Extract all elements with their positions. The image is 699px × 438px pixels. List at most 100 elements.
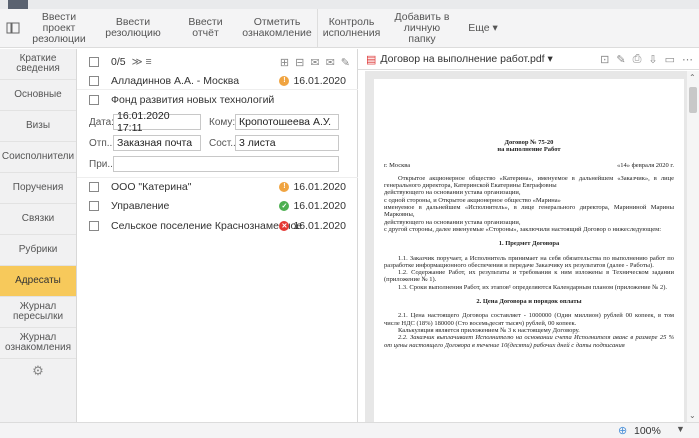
doc-para: Открытое акционерное общество «Катерина»… xyxy=(384,174,674,190)
edit-icon[interactable]: ✎ xyxy=(341,56,350,69)
counter: 0/5 xyxy=(111,56,126,68)
table-row[interactable]: Фонд развития новых технологий xyxy=(77,91,358,109)
edit-file-icon[interactable]: ✎ xyxy=(616,53,625,66)
doc-line: действующего на основании устава организ… xyxy=(384,218,521,226)
add-group-icon[interactable]: ⊟ xyxy=(295,56,304,69)
table-row[interactable]: Алладиннов А.А. - Москва ! 16.01.2020 xyxy=(77,72,358,90)
envelope-icon[interactable]: ✉ xyxy=(310,56,319,69)
row-checkbox[interactable] xyxy=(89,201,99,211)
status-warning-icon: ! xyxy=(279,181,290,192)
execution-control-button[interactable]: Контроль исполнения xyxy=(317,8,385,48)
scroll-down-icon[interactable]: ⌄ xyxy=(689,411,696,420)
back-panel-icon[interactable] xyxy=(0,9,26,48)
mark-acquaintance-button[interactable]: Отметить ознакомление xyxy=(237,9,317,48)
to-field[interactable]: Кропотошеева А.У. xyxy=(235,114,339,130)
status-bar: ⊕ 100% ▼ xyxy=(0,422,699,438)
composition-field[interactable]: 3 листа xyxy=(235,135,339,151)
addressees-panel: 0/5 ≫ ≡ ⊞ ⊟ ✉ ✉ ✎ Алладиннов А.А. - Моск… xyxy=(77,49,358,422)
more-button[interactable]: Еще ▾ xyxy=(459,9,507,48)
more-icon[interactable]: ⋯ xyxy=(682,53,693,66)
zoom-dropdown-icon[interactable]: ▼ xyxy=(676,424,685,434)
sidebar-item-coexecutors[interactable]: Соисполнители xyxy=(0,142,76,173)
addressee-date: 16.01.2020 xyxy=(293,200,346,212)
expand-icon[interactable]: ≫ ≡ xyxy=(132,56,152,68)
document-page: Договор № 75-20 на выполнение Работ г. М… xyxy=(374,79,684,422)
doc-section-title: 1. Предмет Договора xyxy=(498,240,560,248)
addressee-date: 16.01.2020 xyxy=(293,180,346,193)
sidebar-item-forward-log[interactable]: Журнал пересылки xyxy=(0,297,76,328)
add-file-icon[interactable]: ⊡ xyxy=(600,53,609,66)
row-checkbox[interactable] xyxy=(89,95,99,105)
select-all-checkbox[interactable] xyxy=(89,57,99,67)
doc-para: 1.3. Сроки выполнения Работ, их этапов¹ … xyxy=(398,283,668,291)
sidebar-item-visas[interactable]: Визы xyxy=(0,111,76,142)
date-label: Дата: xyxy=(89,116,114,128)
zoom-level: 100% xyxy=(634,425,661,437)
sidebar-item-summary[interactable]: Краткие сведения xyxy=(0,49,76,80)
note-field[interactable] xyxy=(113,156,339,172)
composition-label: Сост... xyxy=(209,137,239,149)
table-row[interactable]: Сельское поселение Краснознаменное ✕ 16.0… xyxy=(77,217,358,235)
enter-report-button[interactable]: Ввести отчёт xyxy=(174,9,237,48)
doc-title: Договор № 75-20 xyxy=(504,139,554,146)
document-viewer: ▤ Договор на выполнение работ.pdf ▾ ⊡ ✎ … xyxy=(358,49,699,422)
viewer-scrollbar[interactable]: ⌃ ⌄ xyxy=(687,71,699,422)
doc-line: действующего на основании устава организ… xyxy=(384,189,521,197)
page-icon[interactable]: ▭ xyxy=(665,53,675,66)
doc-section-title: 2. Цена Договора и порядок оплаты xyxy=(476,298,582,306)
list-actions: ⊞ ⊟ ✉ ✉ ✎ xyxy=(280,56,350,69)
scan-icon[interactable]: ⎙ xyxy=(633,53,642,66)
sidebar-item-rubrics[interactable]: Рубрики xyxy=(0,235,76,266)
addressee-date: 16.01.2020 xyxy=(293,220,346,232)
file-selector[interactable]: Договор на выполнение работ.pdf ▾ xyxy=(380,53,552,65)
row-checkbox[interactable] xyxy=(89,221,99,231)
pdf-icon: ▤ xyxy=(366,53,377,66)
enter-resolution-project-button[interactable]: Ввести проект резолюции xyxy=(26,9,92,48)
download-icon[interactable]: ⇩ xyxy=(648,53,657,66)
row-checkbox[interactable] xyxy=(89,75,99,86)
add-addressee-icon[interactable]: ⊞ xyxy=(280,56,289,69)
send-icon[interactable]: ✉ xyxy=(326,56,335,69)
viewer-toolbar: ▤ Договор на выполнение работ.pdf ▾ ⊡ ✎ … xyxy=(358,49,699,70)
zoom-in-icon[interactable]: ⊕ xyxy=(618,424,627,437)
sidebar-item-acquaint-log[interactable]: Журнал ознакомления xyxy=(0,328,76,359)
addressee-date: 16.01.2020 xyxy=(293,74,346,87)
detail-row-date: Дата: 16.01.2020 17:11 Кому: Кропотошеев… xyxy=(77,110,358,134)
document-canvas[interactable]: Договор № 75-20 на выполнение Работ г. М… xyxy=(365,71,687,422)
enter-resolution-button[interactable]: Ввести резолюцию xyxy=(92,9,174,48)
detail-row-note: При... xyxy=(77,155,358,173)
row-checkbox[interactable] xyxy=(89,181,99,192)
scroll-up-icon[interactable]: ⌃ xyxy=(689,73,696,82)
send-method-field[interactable]: Заказная почта xyxy=(113,135,201,151)
sidebar-item-links[interactable]: Связки xyxy=(0,204,76,235)
addressee-name: Фонд развития новых технологий xyxy=(111,94,275,106)
doc-city: г. Москва xyxy=(384,161,411,169)
sidebar-item-assignments[interactable]: Поручения xyxy=(0,173,76,204)
doc-line: именуемое в дальнейшем «Исполнитель», в … xyxy=(384,204,674,219)
sidebar-item-addressees[interactable]: Адресаты xyxy=(0,266,76,297)
doc-subtitle: на выполнение Работ xyxy=(497,146,561,154)
date-field[interactable]: 16.01.2020 17:11 xyxy=(113,110,201,134)
to-label: Кому: xyxy=(209,116,236,128)
doc-date: «14» февраля 2020 г. xyxy=(616,161,674,169)
doc-para: 1.2. Содержание Работ, их результаты и т… xyxy=(384,269,674,284)
add-to-folder-button[interactable]: Добавить в личную папку xyxy=(385,9,459,48)
doc-line: с другой стороны, далее именуемые «Сторо… xyxy=(384,225,662,233)
detail-row-send: Отп... Заказная почта Сост... 3 листа xyxy=(77,134,358,152)
table-row[interactable]: Управление ✓ 16.01.2020 xyxy=(77,197,358,215)
addressee-name: Сельское поселение Краснознаменное xyxy=(111,220,303,232)
table-row[interactable]: ООО "Катерина" ! 16.01.2020 xyxy=(77,177,358,195)
toolbar: Ввести проект резолюции Ввести резолюцию В… xyxy=(0,8,699,48)
note-label: При... xyxy=(89,158,116,170)
addressee-name: Алладиннов А.А. - Москва xyxy=(111,74,240,87)
status-ok-icon: ✓ xyxy=(279,201,290,211)
sidebar-item-main[interactable]: Основные xyxy=(0,80,76,111)
scroll-thumb[interactable] xyxy=(689,87,697,113)
gear-icon[interactable]: ⚙ xyxy=(0,359,76,383)
addressee-name: Управление xyxy=(111,200,170,212)
doc-para: 1.1. Заказчик поручает, а Исполнитель пр… xyxy=(384,254,674,269)
status-warning-icon: ! xyxy=(279,75,290,86)
viewer-actions: ⊡ ✎ ⎙ ⇩ ▭ ⋯ xyxy=(600,53,693,66)
doc-para: 2.1. Цена настоящего Договора составляет… xyxy=(384,312,674,327)
status-error-icon: ✕ xyxy=(279,221,290,231)
